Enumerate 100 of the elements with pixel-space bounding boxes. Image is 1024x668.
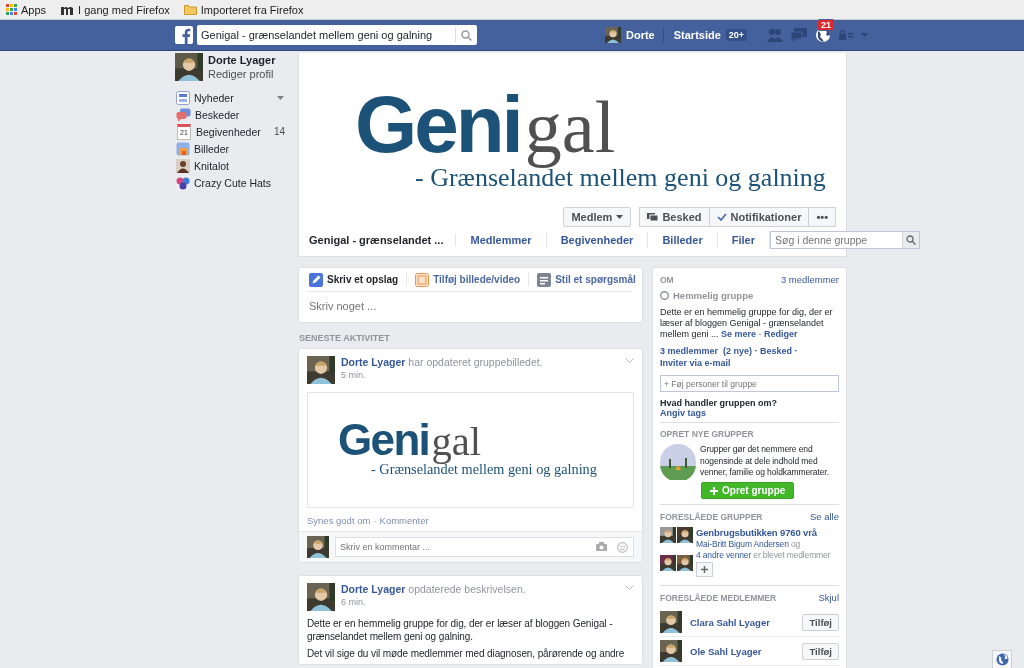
notification-badge: 21 — [817, 19, 836, 31]
group-link[interactable]: Besked — [760, 346, 793, 356]
author-link[interactable]: Dorte Lyager — [341, 583, 406, 595]
globe-icon — [995, 653, 1009, 666]
group-link[interactable]: Genbrugsbutikken 9760 vrå — [696, 527, 817, 538]
like-link[interactable]: Synes godt om — [307, 515, 371, 526]
message-button[interactable]: Besked — [639, 207, 710, 227]
folder-icon — [183, 4, 197, 15]
post-text: Dette er en hemmelig gruppe for dig, der er læser af bloggen Genigal - grænselandet mellem geni og galning. — [306, 617, 614, 644]
profile-link[interactable]: Dorte — [626, 29, 655, 41]
composer-tab[interactable]: Tilføj billede/video — [406, 273, 529, 286]
chevron-icon[interactable] — [625, 358, 634, 363]
messages-icon[interactable] — [791, 28, 808, 42]
emoji-icon[interactable] — [617, 542, 628, 553]
create-group-text: Grupper gør det nemmere end nogensinde at dele indhold med venner, familie og holdkammerater. — [700, 444, 830, 479]
join-button[interactable] — [696, 562, 713, 577]
bookmark-link[interactable]: I gang med Firefox — [60, 3, 170, 16]
author-link[interactable]: Dorte Lyager — [341, 356, 406, 368]
item-count: 14 — [273, 126, 285, 137]
check-icon — [716, 213, 727, 221]
edit-profile-link[interactable]: Rediger profil — [208, 68, 276, 80]
list-icon — [537, 272, 552, 287]
comment-field[interactable]: Skriv en kommentar ... — [335, 537, 634, 557]
sidebar-item[interactable]: Billeder — [194, 142, 290, 155]
section-heading: OPRET NYE GRUPPER — [660, 429, 754, 439]
plus-icon — [701, 566, 708, 573]
photos-icon — [176, 141, 190, 156]
post-text: Det vil sige du vil møde medlemmer med diagnosen, pårørende og andre — [306, 647, 626, 661]
chevron-icon[interactable] — [625, 585, 634, 590]
group-description: Dette er en hemmelig gruppe for dig, der er læser af bloggen Genigal - grænselandet mellem geni ... Se mere · Rediger — [660, 307, 834, 340]
chat-button[interactable] — [992, 650, 1012, 668]
sidebar-item[interactable]: Beskeder — [195, 108, 290, 121]
more-button[interactable]: ••• — [808, 207, 836, 227]
caret-icon[interactable] — [861, 33, 869, 37]
plus-icon — [710, 486, 718, 495]
sidebar-item[interactable]: Knitalot — [194, 159, 290, 172]
camera-icon[interactable] — [596, 542, 607, 551]
privacy-label: Hemmelig gruppe — [673, 290, 754, 301]
composer-tab[interactable]: Skriv et opslag — [309, 273, 407, 286]
post-header: Dorte Lyager opdaterede beskrivelsen. — [341, 583, 526, 595]
photo-icon — [415, 272, 430, 287]
members-link[interactable]: 3 medlemmer — [780, 274, 839, 285]
separator-dot: · — [793, 346, 798, 356]
group-illustration-icon — [660, 444, 696, 480]
member-link[interactable]: Clara Sahl Lyager — [690, 616, 795, 628]
sidebar-item[interactable]: Begivenheder — [196, 125, 270, 138]
user-name[interactable]: Dorte Lyager — [208, 54, 276, 66]
search-icon[interactable] — [905, 234, 916, 245]
friends-icon[interactable] — [767, 28, 784, 42]
see-more-link[interactable]: Se mere — [721, 329, 757, 339]
composer-tab[interactable]: Stil et spørgsmål — [528, 273, 644, 286]
tags-link[interactable]: Angiv tags — [660, 408, 706, 418]
section-heading: FORESLÅEDE GRUPPER — [660, 512, 763, 522]
sidebar-item[interactable]: Crazy Cute Hats — [194, 176, 290, 189]
group-search-field[interactable]: Søg i denne gruppe — [769, 230, 920, 249]
facebook-logo-icon[interactable] — [175, 26, 193, 44]
privacy-icon — [660, 291, 669, 300]
news-feed-icon — [176, 90, 190, 105]
chat-bubbles-icon — [176, 107, 191, 122]
section-heading: OM — [660, 275, 674, 285]
search-icon[interactable] — [461, 29, 472, 41]
group-link[interactable]: 3 medlemmer (2 nye) — [660, 346, 753, 356]
post-header: Dorte Lyager har opdateret gruppebilledet. — [341, 356, 543, 368]
add-friend-button[interactable]: Tilføj — [802, 642, 839, 660]
member-button[interactable]: Medlem — [563, 207, 632, 227]
friend-link[interactable]: Mai-Britt Bigum Andersen — [696, 539, 789, 549]
separator-dot: · — [753, 346, 759, 356]
home-link[interactable]: Startside — [673, 29, 721, 41]
see-all-link[interactable]: Se alle — [809, 511, 839, 522]
apps-icon — [6, 4, 17, 15]
group-name[interactable]: Genigal - grænselandet ... — [309, 233, 457, 246]
tags-question: Hvad handler gruppen om? — [660, 398, 778, 408]
add-people-field[interactable]: + Føj personer til gruppe — [660, 375, 839, 392]
section-heading: FORESLÅEDE MEDLEMMER — [660, 593, 777, 603]
message-icon — [647, 212, 659, 222]
notifications-button[interactable]: Notifikationer — [708, 207, 810, 227]
bookmark-link[interactable]: Importeret fra Firefox — [183, 3, 304, 16]
hide-link[interactable]: Skjul — [818, 592, 839, 603]
caret-icon — [616, 215, 624, 219]
friends-link[interactable]: 4 andre venner — [696, 550, 752, 560]
member-link[interactable]: Ole Sahl Lyager — [690, 645, 795, 657]
comment-link[interactable]: Kommenter — [379, 515, 429, 526]
group-tab[interactable]: Billeder — [648, 231, 718, 248]
group-tab[interactable]: Filer — [717, 231, 770, 248]
pencil-icon — [309, 272, 323, 287]
logo-text: Geni — [355, 79, 521, 169]
separator-dot: · — [373, 515, 377, 526]
sidebar-item[interactable]: Nyheder — [194, 91, 273, 104]
notification-count: 20+ — [725, 29, 748, 41]
logo-text: Geni — [338, 415, 430, 464]
group-tab[interactable]: Medlemmer — [456, 231, 547, 248]
group-link[interactable]: Inviter via e-mail — [660, 358, 731, 368]
section-heading: SENESTE AKTIVITET — [299, 333, 390, 343]
group-tab[interactable]: Begivenheder — [546, 231, 649, 248]
add-friend-button[interactable]: Tilføj — [802, 613, 839, 631]
edit-link[interactable]: Rediger — [764, 329, 798, 339]
suggestion-text: Mai-Britt Bigum Andersen og 4 andre venner er blevet medlemmer — [696, 539, 832, 561]
caret-icon[interactable] — [277, 95, 284, 100]
bookmark-link[interactable]: Apps — [6, 3, 47, 16]
lock-icon[interactable] — [839, 30, 854, 40]
